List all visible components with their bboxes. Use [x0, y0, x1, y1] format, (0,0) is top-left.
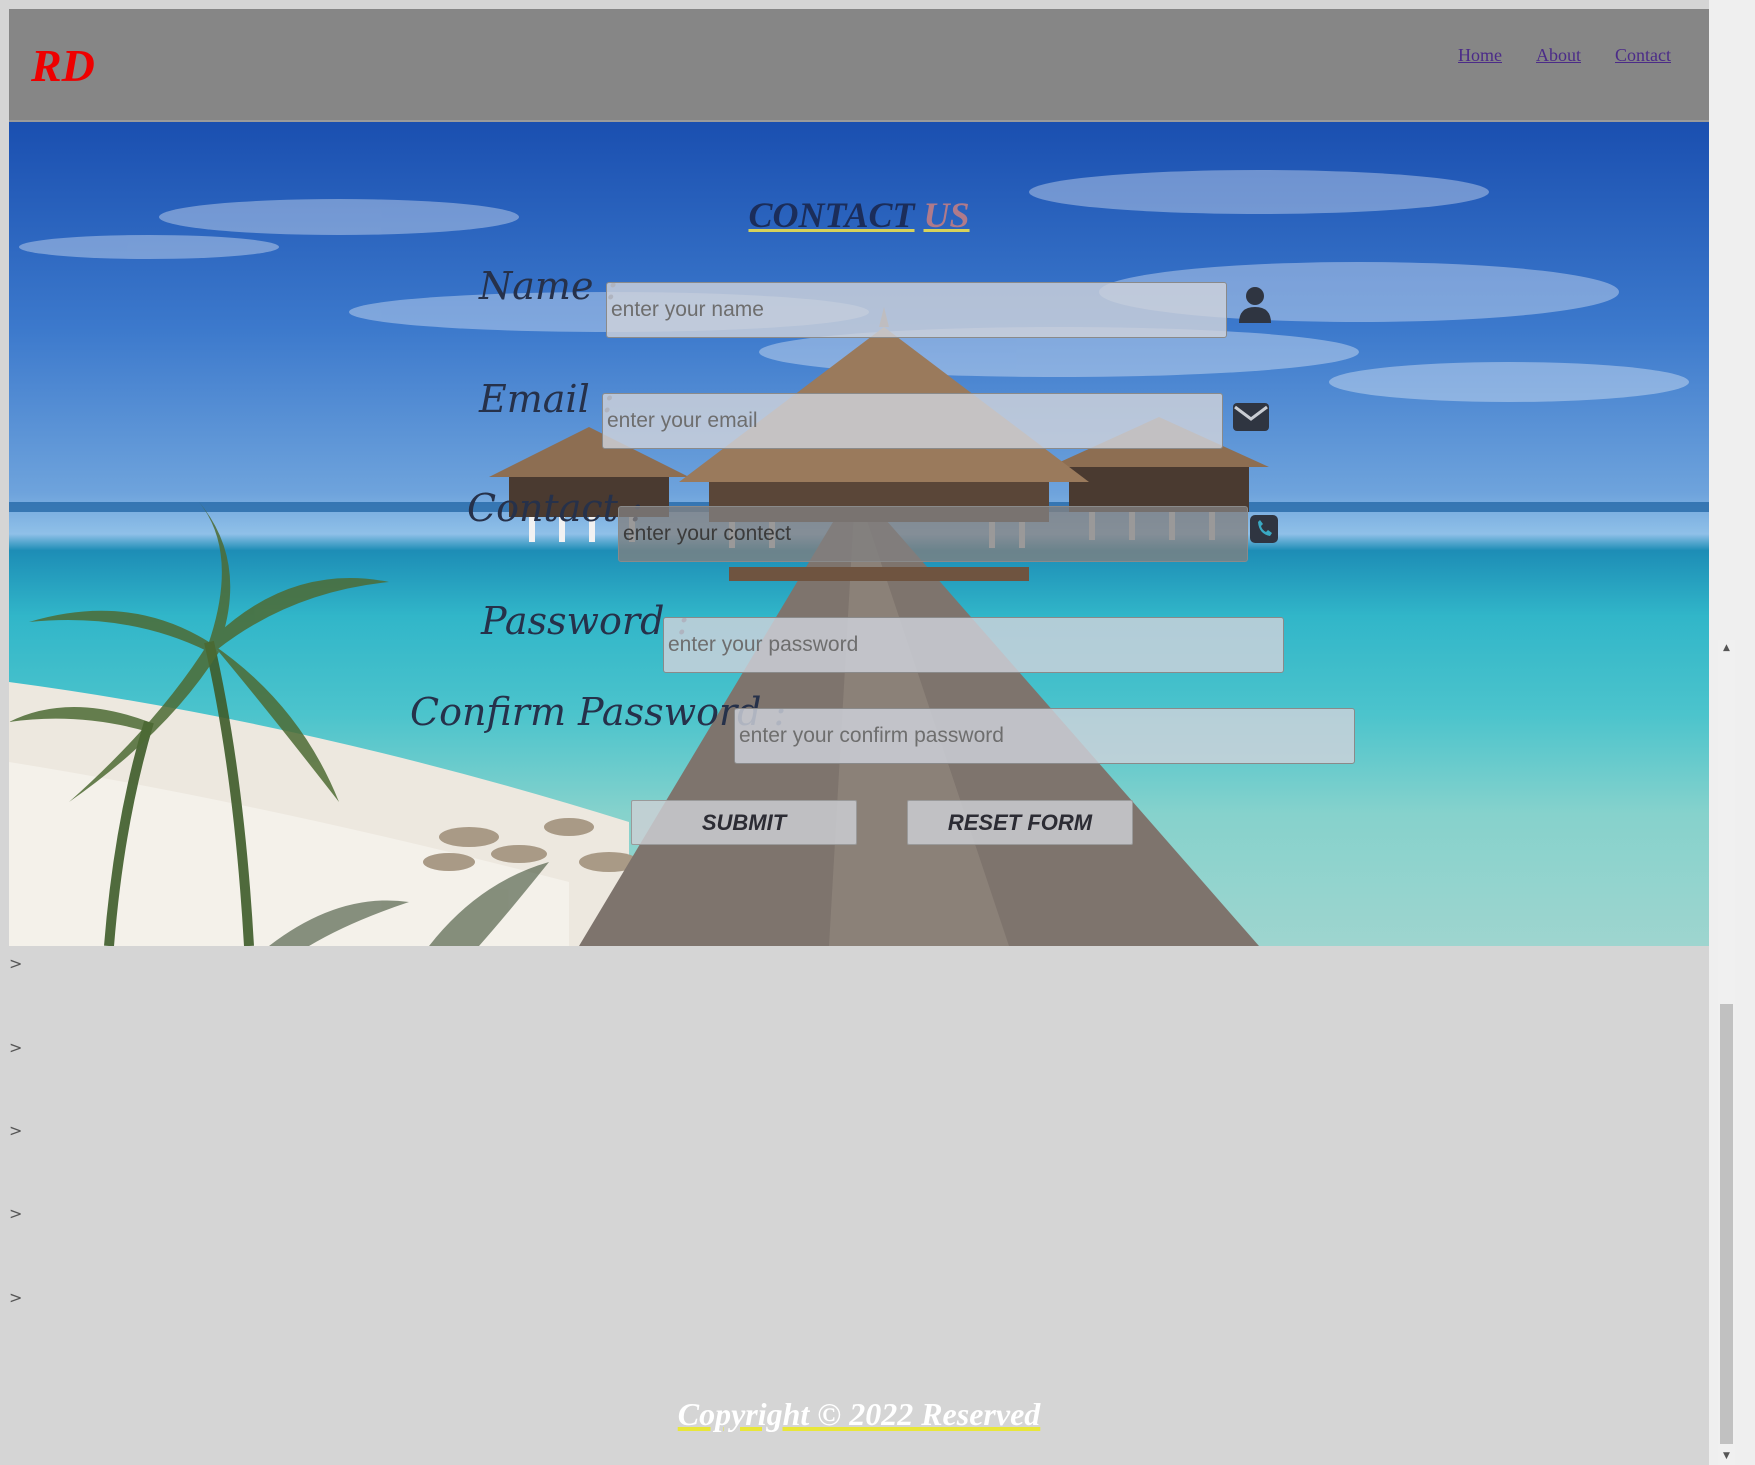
- nav-about-link[interactable]: About: [1536, 45, 1581, 66]
- password-label: Password :: [481, 599, 690, 643]
- scroll-up-arrow-icon[interactable]: ▲: [1718, 640, 1735, 657]
- break-marker: >: [9, 1204, 23, 1223]
- reset-form-button[interactable]: RESET FORM: [907, 800, 1133, 845]
- name-input[interactable]: [606, 282, 1227, 338]
- break-marker: >: [9, 1121, 23, 1140]
- email-label: Email :: [479, 377, 615, 421]
- hero-background: CONTACT US Name : Email : Contact : Pass…: [9, 122, 1709, 946]
- phone-icon: [1250, 515, 1278, 543]
- site-header: RD Home About Contact: [9, 9, 1709, 122]
- break-marker: >: [9, 954, 23, 973]
- submit-button[interactable]: SUBMIT: [631, 800, 857, 845]
- envelope-icon: [1233, 403, 1269, 431]
- nav-contact-link[interactable]: Contact: [1615, 45, 1671, 66]
- email-input[interactable]: [602, 393, 1223, 449]
- vertical-scrollbar[interactable]: ▲ ▼: [1718, 640, 1735, 1465]
- logo: RD: [31, 40, 95, 91]
- confirm-password-input[interactable]: [734, 708, 1355, 764]
- confirm-password-label: Confirm Password :: [410, 690, 787, 734]
- main-nav: Home About Contact: [1458, 45, 1671, 66]
- name-label: Name :: [479, 264, 619, 308]
- contact-title-part1: CONTACT: [748, 195, 915, 235]
- password-input[interactable]: [663, 617, 1284, 673]
- break-marker: >: [9, 1288, 23, 1307]
- footer-text: Copyright © 2022 Reserved: [677, 1396, 1041, 1432]
- break-marker: >: [9, 1038, 23, 1057]
- contact-label: Contact :: [467, 486, 643, 530]
- user-icon: [1239, 287, 1271, 323]
- scroll-down-arrow-icon[interactable]: ▼: [1718, 1448, 1735, 1465]
- contact-title-part2: US: [923, 195, 970, 235]
- scroll-thumb[interactable]: [1720, 1004, 1733, 1444]
- footer-copyright: Copyright © 2022 Reserved: [0, 1396, 1718, 1433]
- contact-title: CONTACT US: [9, 194, 1709, 236]
- nav-home-link[interactable]: Home: [1458, 45, 1502, 66]
- contact-input[interactable]: [618, 506, 1248, 562]
